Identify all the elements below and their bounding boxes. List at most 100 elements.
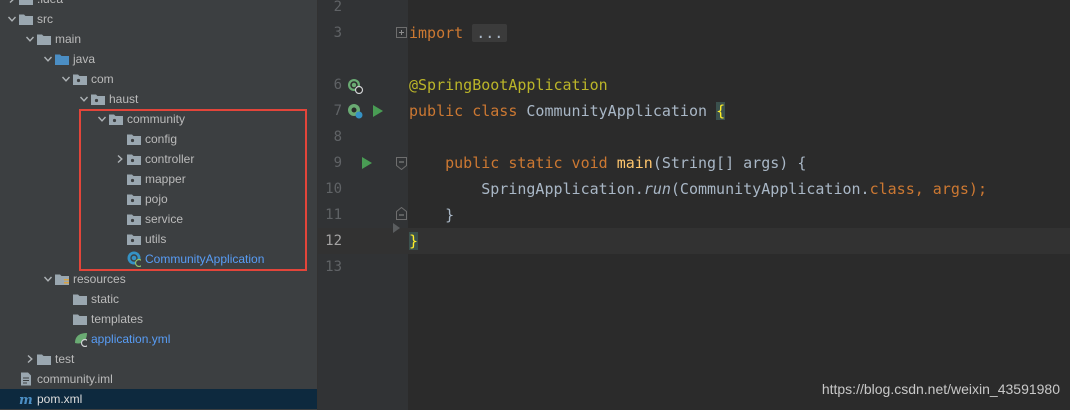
tree-item-label: templates <box>91 312 144 326</box>
folder-icon <box>19 0 33 6</box>
tree-item-pojo[interactable]: pojo <box>0 189 317 209</box>
package-icon <box>91 92 105 106</box>
line-number: 9 <box>333 155 342 171</box>
tree-item-label: community <box>127 112 186 126</box>
tree-item-label: .idea <box>37 0 63 6</box>
code-editor[interactable] <box>408 0 1070 410</box>
tree-item-idea[interactable]: .idea <box>0 0 317 9</box>
package-icon <box>127 132 141 146</box>
code-line-10[interactable]: SpringApplication.run(CommunityApplicati… <box>409 176 987 202</box>
tree-item-label: resources <box>73 272 126 286</box>
tree-item-resources[interactable]: resources <box>0 269 317 289</box>
keyword-class: class <box>472 102 518 120</box>
tree-item-pom-xml[interactable]: m pom.xml <box>0 389 317 409</box>
package-icon <box>73 72 87 86</box>
tree-item-src[interactable]: src <box>0 9 317 29</box>
tree-item-service[interactable]: service <box>0 209 317 229</box>
tree-item-config[interactable]: config <box>0 129 317 149</box>
package-icon <box>127 232 141 246</box>
class-name: CommunityApplication <box>526 102 708 120</box>
chevron-right-icon[interactable] <box>5 0 19 9</box>
tree-item-label: src <box>37 12 53 26</box>
chevron-down-icon[interactable] <box>59 69 73 89</box>
package-icon <box>127 152 141 166</box>
run-icon[interactable] <box>372 104 384 118</box>
package-icon <box>127 172 141 186</box>
spring-class-icon <box>127 251 141 267</box>
source-folder-icon <box>55 52 69 66</box>
tree-item-label: controller <box>145 152 195 166</box>
tree-item-main[interactable]: main <box>0 29 317 49</box>
tree-item-label: utils <box>145 232 167 246</box>
tree-item-templates[interactable]: templates <box>0 309 317 329</box>
iml-file-icon <box>19 372 33 386</box>
tree-item-label: java <box>73 52 96 66</box>
project-tree[interactable]: .idea src main java com haust community config c… <box>0 0 317 410</box>
package-icon <box>127 192 141 206</box>
method-name: main <box>616 154 653 172</box>
tree-item-mapper[interactable]: mapper <box>0 169 317 189</box>
watermark: https://blog.csdn.net/weixin_43591980 <box>821 381 1060 397</box>
line-number-current: 12 <box>325 233 342 249</box>
closing-brace: } <box>445 206 455 224</box>
tree-item-communityapplication[interactable]: CommunityApplication <box>0 249 317 269</box>
code-line-12[interactable]: } <box>409 228 419 254</box>
code-line-9[interactable]: public static void main(String[] args) { <box>409 150 806 176</box>
tree-item-com[interactable]: com <box>0 69 317 89</box>
chevron-down-icon[interactable] <box>23 29 37 49</box>
spring-bean-icon[interactable] <box>347 78 365 94</box>
code-line-7[interactable]: public class CommunityApplication { <box>409 98 726 124</box>
tree-item-java[interactable]: java <box>0 49 317 69</box>
tree-item-controller[interactable]: controller <box>0 149 317 169</box>
tree-item-test[interactable]: test <box>0 349 317 369</box>
folder-icon <box>73 312 87 326</box>
chevron-down-icon[interactable] <box>41 49 55 69</box>
tree-item-static[interactable]: static <box>0 289 317 309</box>
chevron-down-icon[interactable] <box>95 109 109 129</box>
code-line-11[interactable]: } <box>409 202 454 228</box>
chevron-down-icon[interactable] <box>5 9 19 29</box>
tree-item-application-yml[interactable]: application.yml <box>0 329 317 349</box>
class-ref: SpringApplication. <box>481 180 644 198</box>
tree-item-community-iml[interactable]: community.iml <box>0 369 317 389</box>
line-number: 8 <box>333 129 342 145</box>
line-number: 2 <box>333 0 342 15</box>
annotation: @SpringBootApplication <box>409 76 608 94</box>
matched-closing-brace: } <box>409 232 419 250</box>
fold-expand-icon[interactable] <box>396 27 407 38</box>
run-main-icon[interactable] <box>361 156 373 170</box>
line-number: 7 <box>333 103 342 119</box>
tree-item-haust[interactable]: haust <box>0 89 317 109</box>
tree-item-label: CommunityApplication <box>145 252 265 266</box>
maven-icon: m <box>19 392 33 406</box>
keyword-class-literal: class <box>869 180 915 198</box>
current-line-highlight <box>318 228 1070 254</box>
static-method-run: run <box>643 180 671 198</box>
code-line-6[interactable]: @SpringBootApplication <box>409 72 608 98</box>
chevron-right-icon[interactable] <box>23 349 37 369</box>
tree-item-label: com <box>91 72 114 86</box>
keyword-import: import <box>409 24 464 42</box>
chevron-right-icon[interactable] <box>113 149 127 169</box>
spring-boot-app-icon[interactable] <box>347 103 365 119</box>
chevron-down-icon[interactable] <box>77 89 91 109</box>
chevron-down-icon[interactable] <box>41 269 55 289</box>
fold-collapse-icon[interactable] <box>396 157 407 170</box>
resources-folder-icon <box>55 272 69 286</box>
tree-item-community[interactable]: community <box>0 109 317 129</box>
tree-item-label: pojo <box>145 192 168 206</box>
method-params: (String[] args) { <box>652 154 807 172</box>
spring-yml-icon <box>73 332 87 347</box>
folder-icon <box>37 32 51 46</box>
tree-item-label: test <box>55 352 75 366</box>
code-line-3[interactable]: import ... <box>409 20 508 46</box>
folded-imports[interactable]: ... <box>472 24 508 42</box>
tree-item-utils[interactable]: utils <box>0 229 317 249</box>
package-icon <box>127 212 141 226</box>
fold-end-icon[interactable] <box>396 207 407 220</box>
line-number: 6 <box>333 77 342 93</box>
